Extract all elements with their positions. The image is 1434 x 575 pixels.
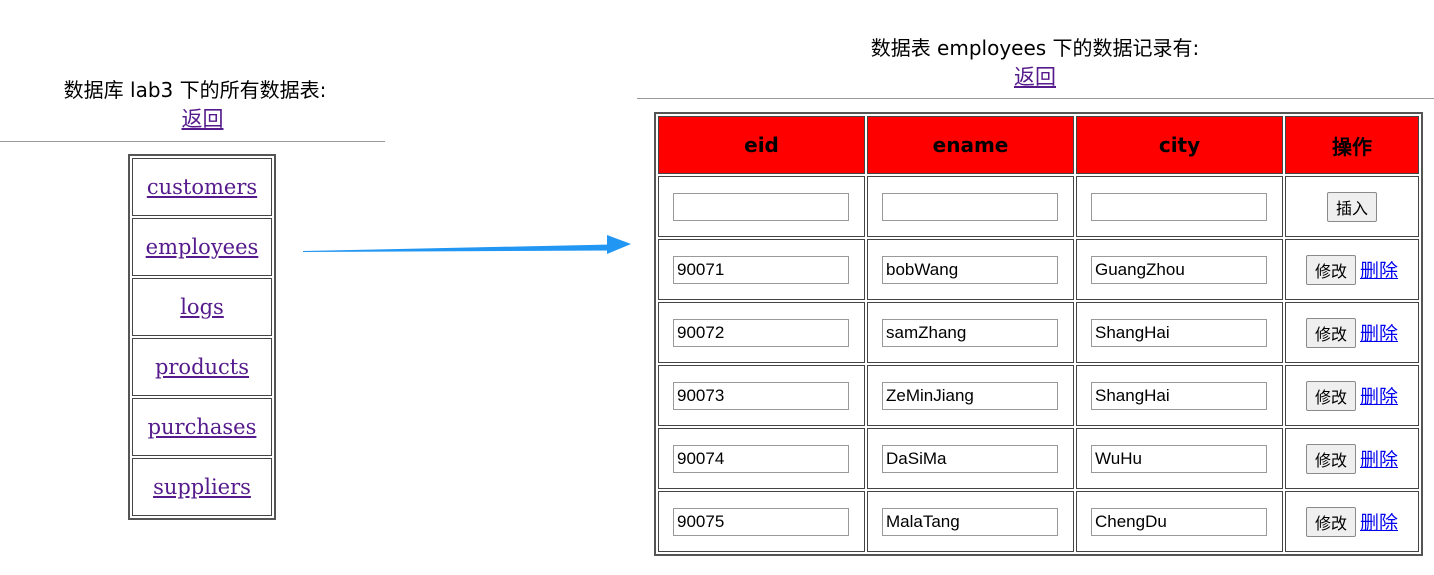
table-link-customers[interactable]: customers	[147, 175, 257, 199]
database-tables-list: customers employees logs products purcha…	[128, 154, 276, 520]
insert-row: 插入	[658, 176, 1419, 237]
city-input[interactable]	[1091, 318, 1267, 347]
table-row: 修改删除	[658, 491, 1419, 552]
eid-input[interactable]	[673, 255, 849, 284]
eid-input[interactable]	[673, 444, 849, 473]
new-ename-input[interactable]	[882, 192, 1058, 221]
table-link-purchases[interactable]: purchases	[148, 415, 257, 439]
left-divider	[0, 141, 385, 142]
eid-input[interactable]	[673, 318, 849, 347]
city-input[interactable]	[1091, 255, 1267, 284]
delete-link[interactable]: 删除	[1360, 512, 1398, 534]
list-item: purchases	[132, 398, 272, 456]
edit-button[interactable]: 修改	[1305, 254, 1356, 285]
left-back-link[interactable]: 返回	[182, 107, 224, 131]
table-header-row: eid ename city 操作	[658, 116, 1419, 174]
right-divider	[637, 98, 1434, 99]
city-input[interactable]	[1091, 507, 1267, 536]
delete-link[interactable]: 删除	[1360, 323, 1398, 345]
list-item: logs	[132, 278, 272, 336]
list-item: suppliers	[132, 458, 272, 516]
edit-button[interactable]: 修改	[1305, 380, 1356, 411]
table-link-products[interactable]: products	[155, 355, 249, 379]
ename-input[interactable]	[882, 255, 1058, 284]
table-link-suppliers[interactable]: suppliers	[153, 475, 251, 499]
delete-link[interactable]: 删除	[1360, 449, 1398, 471]
edit-button[interactable]: 修改	[1305, 506, 1356, 537]
new-eid-input[interactable]	[673, 192, 849, 221]
list-item: products	[132, 338, 272, 396]
delete-link[interactable]: 删除	[1360, 260, 1398, 282]
table-row: 修改删除	[658, 428, 1419, 489]
table-link-employees[interactable]: employees	[146, 235, 259, 259]
column-header-actions: 操作	[1285, 116, 1419, 174]
table-row: 修改删除	[658, 239, 1419, 300]
left-page-title: 数据库 lab3 下的所有数据表:	[63, 78, 327, 102]
column-header-ename: ename	[867, 116, 1074, 174]
eid-input[interactable]	[673, 381, 849, 410]
right-page-title: 数据表 employees 下的数据记录有:	[870, 36, 1200, 60]
employees-table: eid ename city 操作 插入 修改删除 修改删除 修改删除 修改删除	[654, 112, 1423, 556]
city-input[interactable]	[1091, 444, 1267, 473]
right-back-link-wrap: 返回	[740, 61, 1330, 91]
table-row: 修改删除	[658, 365, 1419, 426]
ename-input[interactable]	[882, 381, 1058, 410]
column-header-city: city	[1076, 116, 1283, 174]
list-item: customers	[132, 158, 272, 216]
table-link-logs[interactable]: logs	[180, 295, 224, 319]
table-row: 修改删除	[658, 302, 1419, 363]
column-header-eid: eid	[658, 116, 865, 174]
list-item: employees	[132, 218, 272, 276]
arrow-right-icon	[303, 235, 631, 254]
ename-input[interactable]	[882, 318, 1058, 347]
ename-input[interactable]	[882, 444, 1058, 473]
right-back-link[interactable]: 返回	[1014, 65, 1056, 89]
insert-button[interactable]: 插入	[1326, 191, 1377, 222]
new-city-input[interactable]	[1091, 192, 1267, 221]
eid-input[interactable]	[673, 507, 849, 536]
delete-link[interactable]: 删除	[1360, 386, 1398, 408]
edit-button[interactable]: 修改	[1305, 443, 1356, 474]
edit-button[interactable]: 修改	[1305, 317, 1356, 348]
left-back-link-wrap: 返回	[0, 103, 405, 133]
city-input[interactable]	[1091, 381, 1267, 410]
ename-input[interactable]	[882, 507, 1058, 536]
